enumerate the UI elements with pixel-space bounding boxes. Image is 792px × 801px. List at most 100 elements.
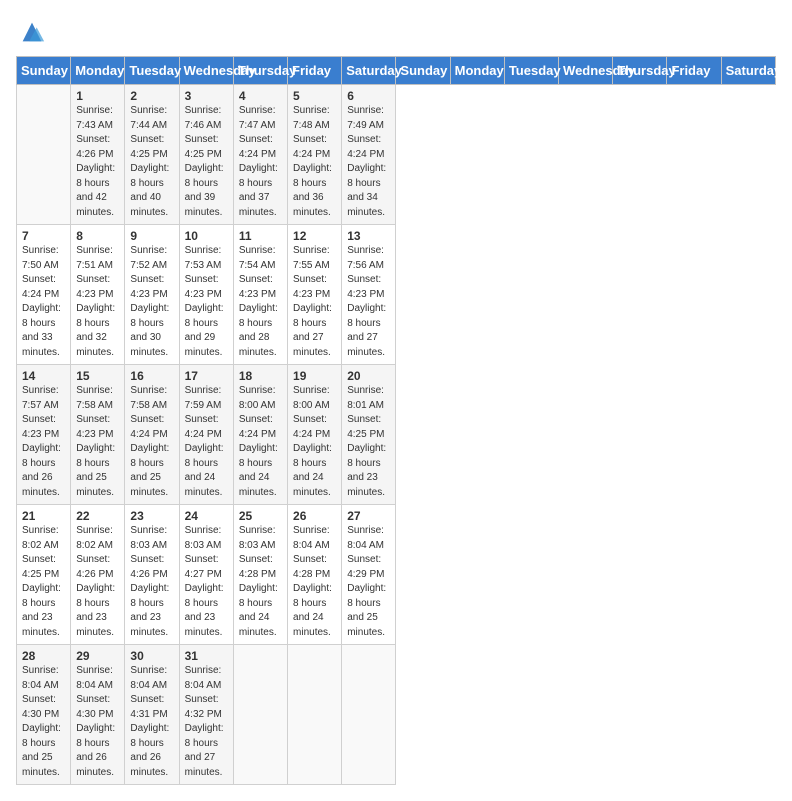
header-friday: Friday: [667, 57, 721, 85]
logo-icon: [18, 18, 46, 46]
calendar-cell: 14Sunrise: 7:57 AM Sunset: 4:23 PM Dayli…: [17, 365, 71, 505]
calendar-cell: [17, 85, 71, 225]
cell-content: Sunrise: 7:47 AM Sunset: 4:24 PM Dayligh…: [239, 104, 282, 220]
calendar-cell: 24Sunrise: 8:03 AM Sunset: 4:27 PM Dayli…: [179, 505, 233, 645]
calendar-cell: 10Sunrise: 7:53 AM Sunset: 4:23 PM Dayli…: [179, 225, 233, 365]
day-number: 18: [239, 369, 282, 383]
cell-content: Sunrise: 8:04 AM Sunset: 4:29 PM Dayligh…: [347, 524, 390, 640]
calendar-week-row: 28Sunrise: 8:04 AM Sunset: 4:30 PM Dayli…: [17, 645, 776, 785]
page-header: [16, 16, 776, 46]
day-number: 15: [76, 369, 119, 383]
calendar-cell: 8Sunrise: 7:51 AM Sunset: 4:23 PM Daylig…: [71, 225, 125, 365]
day-number: 4: [239, 89, 282, 103]
header-friday: Friday: [288, 57, 342, 85]
calendar-cell: [233, 645, 287, 785]
cell-content: Sunrise: 8:03 AM Sunset: 4:26 PM Dayligh…: [130, 524, 173, 640]
cell-content: Sunrise: 7:44 AM Sunset: 4:25 PM Dayligh…: [130, 104, 173, 220]
calendar-cell: 27Sunrise: 8:04 AM Sunset: 4:29 PM Dayli…: [342, 505, 396, 645]
day-number: 20: [347, 369, 390, 383]
cell-content: Sunrise: 7:54 AM Sunset: 4:23 PM Dayligh…: [239, 244, 282, 360]
calendar-cell: [288, 645, 342, 785]
day-number: 3: [185, 89, 228, 103]
calendar-cell: 19Sunrise: 8:00 AM Sunset: 4:24 PM Dayli…: [288, 365, 342, 505]
day-number: 16: [130, 369, 173, 383]
day-number: 9: [130, 229, 173, 243]
cell-content: Sunrise: 8:04 AM Sunset: 4:30 PM Dayligh…: [22, 664, 65, 780]
cell-content: Sunrise: 8:04 AM Sunset: 4:31 PM Dayligh…: [130, 664, 173, 780]
day-number: 10: [185, 229, 228, 243]
day-number: 8: [76, 229, 119, 243]
day-number: 14: [22, 369, 65, 383]
calendar-cell: 12Sunrise: 7:55 AM Sunset: 4:23 PM Dayli…: [288, 225, 342, 365]
header-wednesday: Wednesday: [179, 57, 233, 85]
cell-content: Sunrise: 8:03 AM Sunset: 4:27 PM Dayligh…: [185, 524, 228, 640]
day-number: 31: [185, 649, 228, 663]
calendar-cell: 2Sunrise: 7:44 AM Sunset: 4:25 PM Daylig…: [125, 85, 179, 225]
header-sunday: Sunday: [396, 57, 450, 85]
day-number: 13: [347, 229, 390, 243]
day-number: 11: [239, 229, 282, 243]
day-number: 24: [185, 509, 228, 523]
calendar-cell: 13Sunrise: 7:56 AM Sunset: 4:23 PM Dayli…: [342, 225, 396, 365]
calendar-cell: 31Sunrise: 8:04 AM Sunset: 4:32 PM Dayli…: [179, 645, 233, 785]
cell-content: Sunrise: 8:04 AM Sunset: 4:28 PM Dayligh…: [293, 524, 336, 640]
day-number: 21: [22, 509, 65, 523]
day-number: 19: [293, 369, 336, 383]
day-number: 30: [130, 649, 173, 663]
cell-content: Sunrise: 8:00 AM Sunset: 4:24 PM Dayligh…: [239, 384, 282, 500]
cell-content: Sunrise: 7:58 AM Sunset: 4:24 PM Dayligh…: [130, 384, 173, 500]
cell-content: Sunrise: 7:43 AM Sunset: 4:26 PM Dayligh…: [76, 104, 119, 220]
calendar-header-row: SundayMondayTuesdayWednesdayThursdayFrid…: [17, 57, 776, 85]
header-monday: Monday: [450, 57, 504, 85]
calendar-cell: 23Sunrise: 8:03 AM Sunset: 4:26 PM Dayli…: [125, 505, 179, 645]
day-number: 6: [347, 89, 390, 103]
day-number: 29: [76, 649, 119, 663]
header-wednesday: Wednesday: [559, 57, 613, 85]
cell-content: Sunrise: 7:48 AM Sunset: 4:24 PM Dayligh…: [293, 104, 336, 220]
calendar-table: SundayMondayTuesdayWednesdayThursdayFrid…: [16, 56, 776, 785]
calendar-cell: 22Sunrise: 8:02 AM Sunset: 4:26 PM Dayli…: [71, 505, 125, 645]
header-thursday: Thursday: [613, 57, 667, 85]
cell-content: Sunrise: 7:49 AM Sunset: 4:24 PM Dayligh…: [347, 104, 390, 220]
calendar-cell: 25Sunrise: 8:03 AM Sunset: 4:28 PM Dayli…: [233, 505, 287, 645]
calendar-cell: 21Sunrise: 8:02 AM Sunset: 4:25 PM Dayli…: [17, 505, 71, 645]
calendar-cell: 5Sunrise: 7:48 AM Sunset: 4:24 PM Daylig…: [288, 85, 342, 225]
calendar-cell: 26Sunrise: 8:04 AM Sunset: 4:28 PM Dayli…: [288, 505, 342, 645]
cell-content: Sunrise: 7:50 AM Sunset: 4:24 PM Dayligh…: [22, 244, 65, 360]
calendar-cell: 6Sunrise: 7:49 AM Sunset: 4:24 PM Daylig…: [342, 85, 396, 225]
logo: [16, 16, 46, 46]
day-number: 17: [185, 369, 228, 383]
cell-content: Sunrise: 7:51 AM Sunset: 4:23 PM Dayligh…: [76, 244, 119, 360]
calendar-week-row: 21Sunrise: 8:02 AM Sunset: 4:25 PM Dayli…: [17, 505, 776, 645]
day-number: 25: [239, 509, 282, 523]
calendar-cell: [342, 645, 396, 785]
cell-content: Sunrise: 7:59 AM Sunset: 4:24 PM Dayligh…: [185, 384, 228, 500]
calendar-cell: 7Sunrise: 7:50 AM Sunset: 4:24 PM Daylig…: [17, 225, 71, 365]
day-number: 22: [76, 509, 119, 523]
cell-content: Sunrise: 7:57 AM Sunset: 4:23 PM Dayligh…: [22, 384, 65, 500]
calendar-cell: 30Sunrise: 8:04 AM Sunset: 4:31 PM Dayli…: [125, 645, 179, 785]
day-number: 23: [130, 509, 173, 523]
day-number: 7: [22, 229, 65, 243]
cell-content: Sunrise: 8:02 AM Sunset: 4:26 PM Dayligh…: [76, 524, 119, 640]
day-number: 26: [293, 509, 336, 523]
cell-content: Sunrise: 8:04 AM Sunset: 4:30 PM Dayligh…: [76, 664, 119, 780]
day-number: 28: [22, 649, 65, 663]
calendar-cell: 16Sunrise: 7:58 AM Sunset: 4:24 PM Dayli…: [125, 365, 179, 505]
cell-content: Sunrise: 8:01 AM Sunset: 4:25 PM Dayligh…: [347, 384, 390, 500]
day-number: 2: [130, 89, 173, 103]
cell-content: Sunrise: 7:56 AM Sunset: 4:23 PM Dayligh…: [347, 244, 390, 360]
cell-content: Sunrise: 7:46 AM Sunset: 4:25 PM Dayligh…: [185, 104, 228, 220]
calendar-cell: 3Sunrise: 7:46 AM Sunset: 4:25 PM Daylig…: [179, 85, 233, 225]
calendar-cell: 11Sunrise: 7:54 AM Sunset: 4:23 PM Dayli…: [233, 225, 287, 365]
cell-content: Sunrise: 8:03 AM Sunset: 4:28 PM Dayligh…: [239, 524, 282, 640]
cell-content: Sunrise: 7:53 AM Sunset: 4:23 PM Dayligh…: [185, 244, 228, 360]
calendar-week-row: 1Sunrise: 7:43 AM Sunset: 4:26 PM Daylig…: [17, 85, 776, 225]
cell-content: Sunrise: 8:00 AM Sunset: 4:24 PM Dayligh…: [293, 384, 336, 500]
cell-content: Sunrise: 7:55 AM Sunset: 4:23 PM Dayligh…: [293, 244, 336, 360]
header-thursday: Thursday: [233, 57, 287, 85]
calendar-cell: 20Sunrise: 8:01 AM Sunset: 4:25 PM Dayli…: [342, 365, 396, 505]
calendar-week-row: 7Sunrise: 7:50 AM Sunset: 4:24 PM Daylig…: [17, 225, 776, 365]
cell-content: Sunrise: 7:52 AM Sunset: 4:23 PM Dayligh…: [130, 244, 173, 360]
calendar-cell: 4Sunrise: 7:47 AM Sunset: 4:24 PM Daylig…: [233, 85, 287, 225]
